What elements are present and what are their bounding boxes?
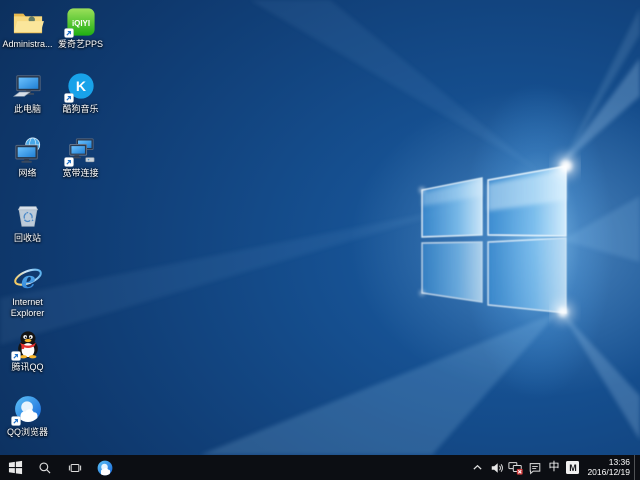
desktop-icon-administrator[interactable]: Administra... [1,4,54,69]
desktop-icon-label: 此电脑 [13,103,41,114]
user-folder-icon [13,13,44,33]
tray-clock[interactable]: 13:36 2016/12/19 [582,455,634,480]
shortcut-arrow-icon [63,157,74,167]
desktop-icon-label: 宽带连接 [62,168,99,179]
desktop-icon-grid: Administra... 此电脑 网络 回收站 e Internet Expl… [1,4,107,456]
ime-language-label: M [566,461,580,474]
internet-explorer-icon: e [13,266,42,294]
svg-text:e: e [21,266,36,294]
network-icon [14,137,40,163]
chevron-up-icon [473,464,483,470]
desktop-icon-recycle-bin[interactable]: 回收站 [1,198,54,263]
taskbar-empty-area [120,455,468,480]
windows-start-icon [8,460,22,475]
task-view-icon [68,463,82,472]
windows-10-desktop-screen: Administra... 此电脑 网络 回收站 e Internet Expl… [0,0,640,480]
desktop-icon-label: QQ浏览器 [6,426,48,437]
desktop-icon-label: 回收站 [13,232,41,243]
ime-mode-label: 中 [548,461,560,473]
tray-network-button[interactable] [506,455,525,480]
svg-text:iQIYI: iQIYI [71,19,89,28]
desktop-icon-qq-browser[interactable]: QQ浏览器 [1,392,54,457]
tray-volume-button[interactable] [487,455,506,480]
task-view-button[interactable] [60,455,90,480]
desktop-icon-label: 爱奇艺PPS [57,39,103,49]
search-button[interactable] [30,455,60,480]
desktop-icon-tencent-qq[interactable]: 腾讯QQ [1,327,54,392]
network-disconnected-icon [508,462,524,475]
qq-browser-icon [97,460,113,475]
desktop-icon-network[interactable]: 网络 [1,133,54,198]
desktop-icon-label: 网络 [18,168,37,179]
tray-show-hidden-icons-button[interactable] [468,455,487,480]
show-desktop-button[interactable] [634,455,640,480]
desktop-icon-kugou-music[interactable]: K 酷狗音乐 [54,69,107,134]
tray-ime-mode-button[interactable]: 中 [544,455,563,480]
desktop-icon-broadband-connection[interactable]: 宽带连接 [54,133,107,198]
shortcut-arrow-icon [63,28,74,38]
action-center-icon [529,462,541,474]
taskbar-qq-browser-button[interactable] [90,455,120,480]
clock-date: 2016/12/19 [587,466,630,477]
svg-text:K: K [75,78,86,94]
shortcut-arrow-icon [10,351,21,361]
shortcut-arrow-icon [10,415,21,426]
shortcut-arrow-icon [63,92,74,103]
tray-action-center-button[interactable] [525,455,544,480]
tray-ime-language-button[interactable]: M [563,455,582,480]
recycle-bin-icon [17,206,38,227]
desktop-icon-label: 腾讯QQ [11,361,44,372]
desktop-icon-label: 酷狗音乐 [62,103,99,114]
start-button[interactable] [0,455,30,480]
desktop-icon-label: Administra... [2,39,53,49]
desktop-icon-label: Internet Explorer [10,297,45,318]
desktop-icon-this-pc[interactable]: 此电脑 [1,69,54,134]
volume-icon [491,462,503,473]
desktop-icon-iqiyi-pps[interactable]: iQIYI 爱奇艺PPS [54,4,107,69]
desktop-icon-internet-explorer[interactable]: e Internet Explorer [1,262,54,327]
search-icon [39,461,51,473]
taskbar: 中 M 13:36 2016/12/19 [0,455,640,480]
this-pc-icon [12,75,41,97]
